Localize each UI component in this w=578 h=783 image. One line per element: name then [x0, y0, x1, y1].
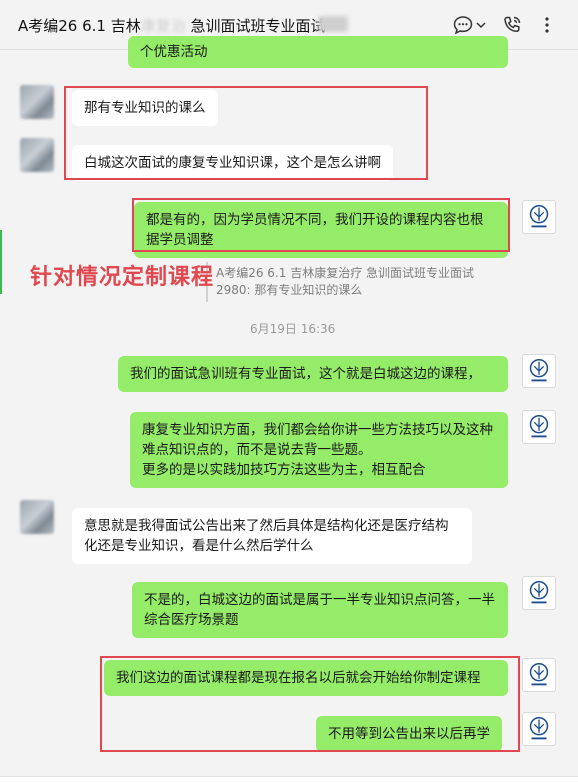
message-bubble-outgoing[interactable]: 不是的，白城这边的面试是属于一半专业知识点问答，一半综合医疗场景题 — [132, 582, 508, 638]
message-text: 不是的，白城这边的面试是属于一半专业知识点问答，一半综合医疗场景题 — [144, 592, 495, 628]
blurred-title-end — [318, 16, 348, 32]
chat-title-part1: A考编26 6.1 吉林 — [18, 17, 141, 35]
message-text: 我们这边的面试课程都是现在报名以后就会开始给你制定课程 — [116, 670, 481, 686]
quote-text: A考编26 6.1 吉林康复治疗 急训面试班专业面试2980: 那有专业知识的课… — [216, 266, 475, 297]
message-text: 康复专业知识方面，我们都会给你讲一些方法技巧以及这种难点知识点的，而不是说去背一… — [142, 422, 493, 458]
avatar[interactable] — [20, 85, 54, 119]
avatar[interactable] — [522, 712, 556, 746]
annotation-caption: 针对情况定制课程 — [30, 265, 215, 290]
school-logo-icon — [529, 716, 549, 740]
school-logo-icon — [529, 204, 549, 228]
avatar[interactable] — [522, 658, 556, 692]
message-text: 意思就是我得面试公告出来了然后具体是结构化还是医疗结构化还是专业知识，看是什么然… — [84, 518, 449, 554]
message-bubble-incoming[interactable]: 那有专业知识的课么 — [72, 90, 218, 126]
avatar[interactable] — [20, 138, 54, 172]
chat-more-icon[interactable] — [452, 14, 474, 36]
message-bubble-outgoing[interactable]: 不用等到公告出来以后再学 — [316, 716, 502, 752]
school-logo-icon — [529, 580, 549, 604]
avatar[interactable] — [522, 576, 556, 610]
message-text: 个优惠活动 — [140, 44, 208, 60]
message-bubble-outgoing[interactable]: 我们的面试急训班有专业面试，这个就是白城这边的课程， — [118, 356, 508, 392]
window-edge-accent — [0, 230, 2, 294]
school-logo-icon — [529, 358, 549, 382]
message-bubble-partial[interactable]: 个优惠活动 — [128, 36, 508, 68]
more-vertical-icon[interactable] — [536, 14, 558, 36]
message-bubble-outgoing[interactable]: 我们这边的面试课程都是现在报名以后就会开始给你制定课程 — [104, 660, 508, 696]
chat-title-part2: 急训面试班专业面试 — [190, 17, 326, 35]
timestamp: 6月19日 16:36 — [250, 320, 335, 337]
message-text: 那有专业知识的课么 — [84, 100, 206, 116]
avatar[interactable] — [20, 500, 54, 534]
message-text: 我们的面试急训班有专业面试，这个就是白城这边的课程， — [130, 366, 481, 382]
phone-call-icon[interactable] — [501, 14, 523, 36]
school-logo-icon — [529, 414, 549, 438]
timestamp-text: 6月19日 16:36 — [250, 322, 336, 336]
avatar[interactable] — [522, 200, 556, 234]
message-text: 不用等到公告出来以后再学 — [328, 726, 490, 742]
message-text: 更多的是以实践加技巧方法这些为主，相互配合 — [142, 462, 426, 478]
avatar[interactable] — [522, 354, 556, 388]
chat-title: A考编26 6.1 吉林康复治 急训面试班专业面试 — [18, 15, 326, 36]
message-bubble-incoming[interactable]: 意思就是我得面试公告出来了然后具体是结构化还是医疗结构化还是专业知识，看是什么然… — [72, 508, 472, 564]
chat-area[interactable]: 个优惠活动 那有专业知识的课么 白城这次面试的康复专业知识课，这个是怎么讲啊 都… — [0, 36, 578, 783]
chevron-down-icon[interactable] — [474, 14, 488, 36]
message-text: 都是有的，因为学员情况不同，我们开设的课程内容也根据学员调整 — [146, 212, 484, 248]
blurred-title-segment: 康复治 — [140, 17, 186, 35]
school-logo-icon — [529, 662, 549, 686]
avatar[interactable] — [522, 410, 556, 444]
message-bubble-outgoing[interactable]: 康复专业知识方面，我们都会给你讲一些方法技巧以及这种难点知识点的，而不是说去背一… — [130, 412, 508, 488]
message-bubble-outgoing[interactable]: 都是有的，因为学员情况不同，我们开设的课程内容也根据学员调整 — [134, 202, 508, 258]
message-bubble-incoming[interactable]: 白城这次面试的康复专业知识课，这个是怎么讲啊 — [72, 145, 393, 181]
quoted-message[interactable]: A考编26 6.1 吉林康复治疗 急训面试班专业面试2980: 那有专业知识的课… — [206, 262, 506, 302]
message-text: 白城这次面试的康复专业知识课，这个是怎么讲啊 — [84, 155, 381, 171]
